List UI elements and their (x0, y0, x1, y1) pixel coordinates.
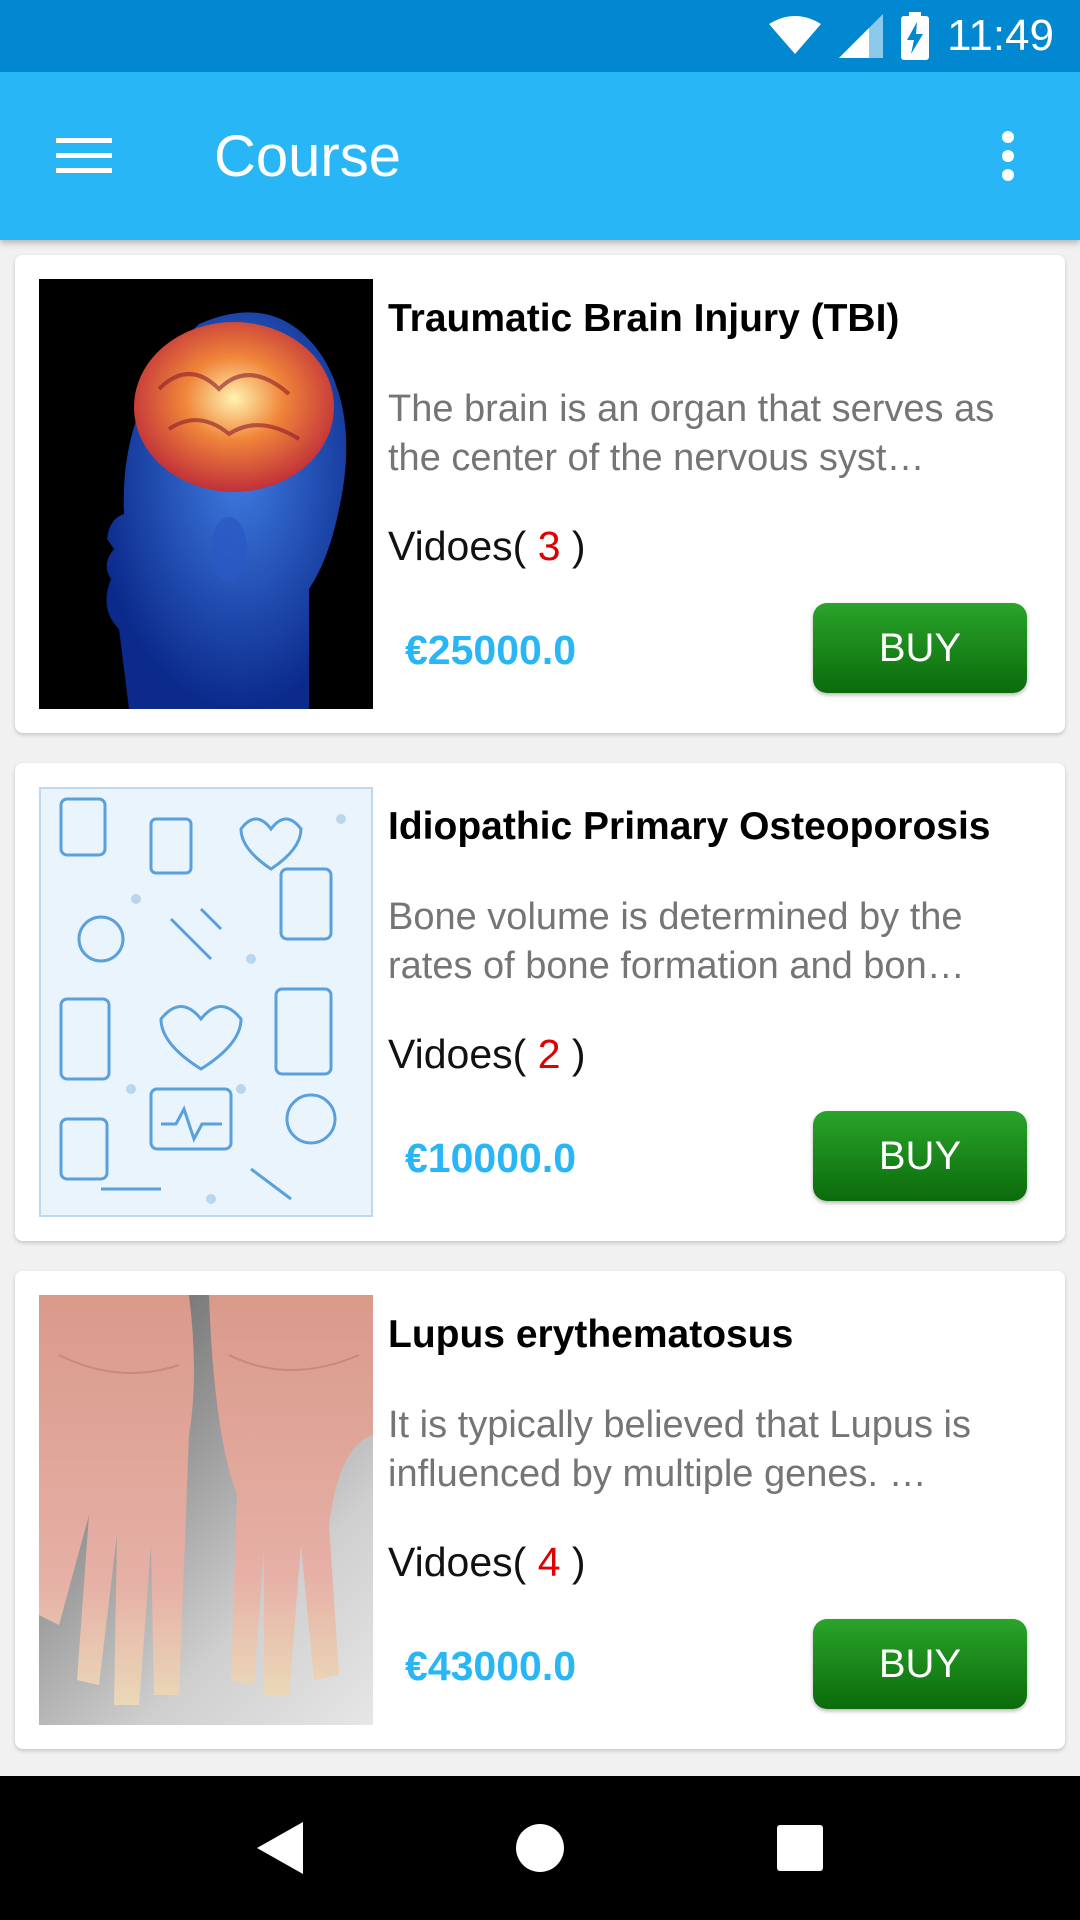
app-bar: Course (0, 72, 1080, 240)
course-price: €43000.0 (405, 1643, 577, 1689)
course-card[interactable]: Traumatic Brain Injury (TBI) The brain i… (15, 255, 1065, 733)
back-button[interactable] (230, 1798, 330, 1898)
course-description: It is typically believed that Lupus is i… (388, 1404, 971, 1495)
course-image (39, 1295, 373, 1725)
video-count-value: 3 (537, 523, 561, 569)
page-title: Course (214, 123, 401, 189)
hamburger-menu-icon (56, 138, 112, 173)
course-description: The brain is an organ that serves as the… (388, 388, 995, 479)
status-time: 11:49 (947, 11, 1054, 60)
more-vert-icon (1002, 131, 1014, 181)
battery-charging-icon (901, 12, 930, 60)
recents-icon (777, 1825, 823, 1871)
buy-button[interactable]: BUY (813, 1619, 1027, 1709)
course-title: Idiopathic Primary Osteoporosis (388, 805, 991, 848)
medical-pattern-image (59, 797, 346, 1204)
home-button[interactable] (490, 1798, 590, 1898)
home-icon (516, 1824, 564, 1872)
videos-close: ) (571, 1539, 586, 1585)
course-price: €10000.0 (405, 1135, 577, 1181)
videos-count: Vidoes( 2 ) (388, 1031, 586, 1078)
videos-close: ) (571, 523, 586, 569)
buy-button[interactable]: BUY (813, 603, 1027, 693)
system-nav-bar (0, 1776, 1080, 1920)
course-title: Lupus erythematosus (388, 1313, 794, 1356)
course-description: Bone volume is determined by the rates o… (388, 896, 965, 987)
videos-count: Vidoes( 4 ) (388, 1539, 586, 1586)
overflow-menu-button[interactable] (966, 114, 1050, 198)
course-image (39, 787, 373, 1217)
course-card[interactable]: Idiopathic Primary Osteoporosis Bone vol… (15, 763, 1065, 1241)
videos-label: Vidoes( (388, 1539, 527, 1585)
menu-button[interactable] (42, 114, 126, 198)
wifi-icon (769, 16, 822, 54)
videos-label: Vidoes( (388, 1031, 527, 1077)
buy-button[interactable]: BUY (813, 1111, 1027, 1201)
videos-count: Vidoes( 3 ) (388, 523, 586, 570)
course-list[interactable]: Traumatic Brain Injury (TBI) The brain i… (0, 240, 1080, 1776)
videos-close: ) (571, 1031, 586, 1077)
course-price: €25000.0 (405, 627, 577, 673)
course-card[interactable]: Lupus erythematosus It is typically beli… (15, 1271, 1065, 1749)
signal-icon (839, 14, 884, 58)
video-count-value: 2 (537, 1031, 561, 1077)
status-icons (769, 12, 930, 60)
videos-label: Vidoes( (388, 523, 527, 569)
status-bar: 11:49 (0, 0, 1080, 72)
video-count-value: 4 (537, 1539, 561, 1585)
course-title: Traumatic Brain Injury (TBI) (388, 297, 900, 340)
recents-button[interactable] (750, 1798, 850, 1898)
hands-image (39, 1295, 373, 1705)
course-image (39, 279, 373, 709)
back-icon (257, 1822, 303, 1874)
brain-image (106, 312, 347, 709)
